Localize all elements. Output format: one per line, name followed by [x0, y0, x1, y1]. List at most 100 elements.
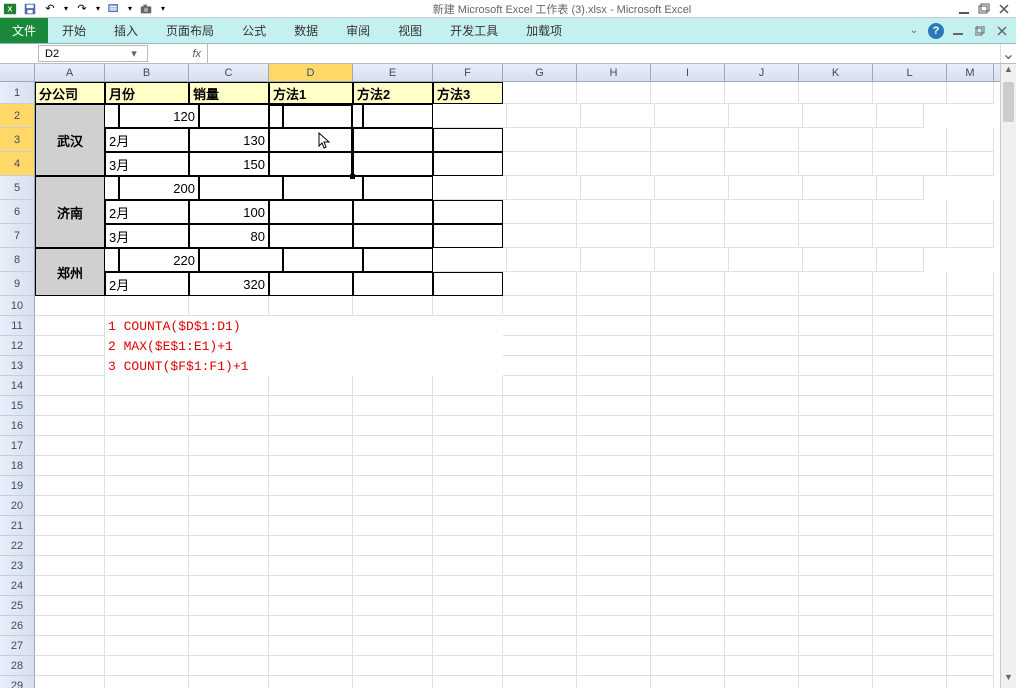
- cell[interactable]: [269, 556, 353, 576]
- cell[interactable]: [363, 104, 433, 128]
- cell[interactable]: [725, 636, 799, 656]
- cell[interactable]: [725, 128, 799, 152]
- cell[interactable]: [35, 376, 105, 396]
- cell[interactable]: [799, 152, 873, 176]
- cell[interactable]: [269, 616, 353, 636]
- undo-icon[interactable]: ↶: [42, 1, 58, 17]
- cell[interactable]: [433, 416, 503, 436]
- cell[interactable]: [577, 496, 651, 516]
- cell[interactable]: [189, 376, 269, 396]
- cell[interactable]: [269, 516, 353, 536]
- fx-label[interactable]: fx: [148, 44, 208, 63]
- cell[interactable]: [363, 248, 433, 272]
- cell[interactable]: [353, 476, 433, 496]
- cell[interactable]: [269, 676, 353, 688]
- cell[interactable]: [873, 576, 947, 596]
- cell[interactable]: [35, 516, 105, 536]
- cell[interactable]: [947, 200, 994, 224]
- cell[interactable]: [269, 396, 353, 416]
- undo-dd-icon[interactable]: ▾: [62, 1, 70, 17]
- cell[interactable]: [269, 152, 353, 176]
- cell[interactable]: [947, 436, 994, 456]
- cell[interactable]: [577, 516, 651, 536]
- ribbon-minimize-icon[interactable]: ⌄: [906, 23, 922, 39]
- cell[interactable]: 100: [189, 200, 269, 224]
- cell[interactable]: [947, 356, 994, 376]
- row-header[interactable]: 22: [0, 536, 35, 556]
- cell[interactable]: [655, 248, 729, 272]
- cell[interactable]: [729, 248, 803, 272]
- row-header[interactable]: 2: [0, 104, 35, 128]
- cell[interactable]: 80: [189, 224, 269, 248]
- cell[interactable]: [353, 656, 433, 676]
- cell[interactable]: [269, 596, 353, 616]
- cell[interactable]: [799, 82, 873, 104]
- cell[interactable]: [725, 224, 799, 248]
- cell[interactable]: [873, 416, 947, 436]
- cell[interactable]: [105, 376, 189, 396]
- cell[interactable]: [433, 516, 503, 536]
- cell[interactable]: [105, 516, 189, 536]
- cell[interactable]: [433, 676, 503, 688]
- cell[interactable]: [503, 416, 577, 436]
- cell[interactable]: [725, 676, 799, 688]
- cell[interactable]: [433, 128, 503, 152]
- cell[interactable]: [577, 576, 651, 596]
- row-header[interactable]: 6: [0, 200, 35, 224]
- cell[interactable]: [353, 200, 433, 224]
- cell[interactable]: [873, 476, 947, 496]
- cell[interactable]: [507, 176, 581, 200]
- cell[interactable]: [503, 536, 577, 556]
- cell[interactable]: [799, 676, 873, 688]
- cell[interactable]: [105, 596, 189, 616]
- cell[interactable]: [433, 396, 503, 416]
- row-header[interactable]: 15: [0, 396, 35, 416]
- cell[interactable]: [353, 376, 433, 396]
- cell[interactable]: [873, 128, 947, 152]
- tab-home[interactable]: 开始: [48, 18, 100, 43]
- cell[interactable]: [577, 416, 651, 436]
- cell[interactable]: [353, 436, 433, 456]
- cell[interactable]: [433, 656, 503, 676]
- cell[interactable]: [433, 104, 507, 128]
- scroll-up-icon[interactable]: ▲: [1001, 64, 1016, 80]
- cell[interactable]: [353, 456, 433, 476]
- cell[interactable]: [577, 296, 651, 316]
- cell[interactable]: [947, 656, 994, 676]
- cell[interactable]: [269, 656, 353, 676]
- cell[interactable]: [799, 616, 873, 636]
- cell[interactable]: [873, 596, 947, 616]
- cell[interactable]: [269, 476, 353, 496]
- row-header[interactable]: 7: [0, 224, 35, 248]
- cell[interactable]: [725, 356, 799, 376]
- cell[interactable]: [353, 272, 433, 296]
- cell[interactable]: [725, 616, 799, 636]
- tab-insert[interactable]: 插入: [100, 18, 152, 43]
- cell[interactable]: [503, 616, 577, 636]
- cell[interactable]: [503, 556, 577, 576]
- cell[interactable]: [105, 496, 189, 516]
- col-header-m[interactable]: M: [947, 64, 994, 81]
- cell[interactable]: [799, 128, 873, 152]
- cell[interactable]: [577, 316, 651, 336]
- row-header[interactable]: 23: [0, 556, 35, 576]
- cell[interactable]: 220: [119, 248, 199, 272]
- cell[interactable]: [651, 616, 725, 636]
- cell[interactable]: [873, 296, 947, 316]
- cell[interactable]: [503, 200, 577, 224]
- cell[interactable]: [433, 224, 503, 248]
- restore-icon[interactable]: [976, 1, 992, 17]
- cell[interactable]: [725, 336, 799, 356]
- row-header[interactable]: 13: [0, 356, 35, 376]
- cell[interactable]: [803, 248, 877, 272]
- cell[interactable]: [725, 82, 799, 104]
- cell[interactable]: [799, 224, 873, 248]
- cell[interactable]: [651, 516, 725, 536]
- cell[interactable]: [651, 576, 725, 596]
- cell[interactable]: 3 COUNT($F$1:F1)+1: [105, 356, 503, 376]
- col-header-k[interactable]: K: [799, 64, 873, 81]
- cell[interactable]: [725, 556, 799, 576]
- qat-dd-icon[interactable]: ▾: [126, 1, 134, 17]
- cell[interactable]: [651, 656, 725, 676]
- cell[interactable]: [503, 456, 577, 476]
